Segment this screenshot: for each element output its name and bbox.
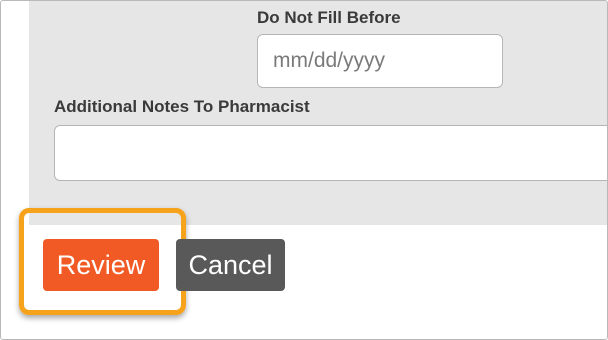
review-button[interactable]: Review [43,239,159,291]
do-not-fill-before-label: Do Not Fill Before [257,8,401,27]
additional-notes-input[interactable] [54,125,607,181]
dialog-frame: Do Not Fill Before Additional Notes To P… [0,0,608,340]
do-not-fill-before-field [257,34,503,88]
do-not-fill-before-input[interactable] [258,35,502,87]
cancel-button[interactable]: Cancel [176,239,285,291]
additional-notes-label: Additional Notes To Pharmacist [54,97,310,116]
